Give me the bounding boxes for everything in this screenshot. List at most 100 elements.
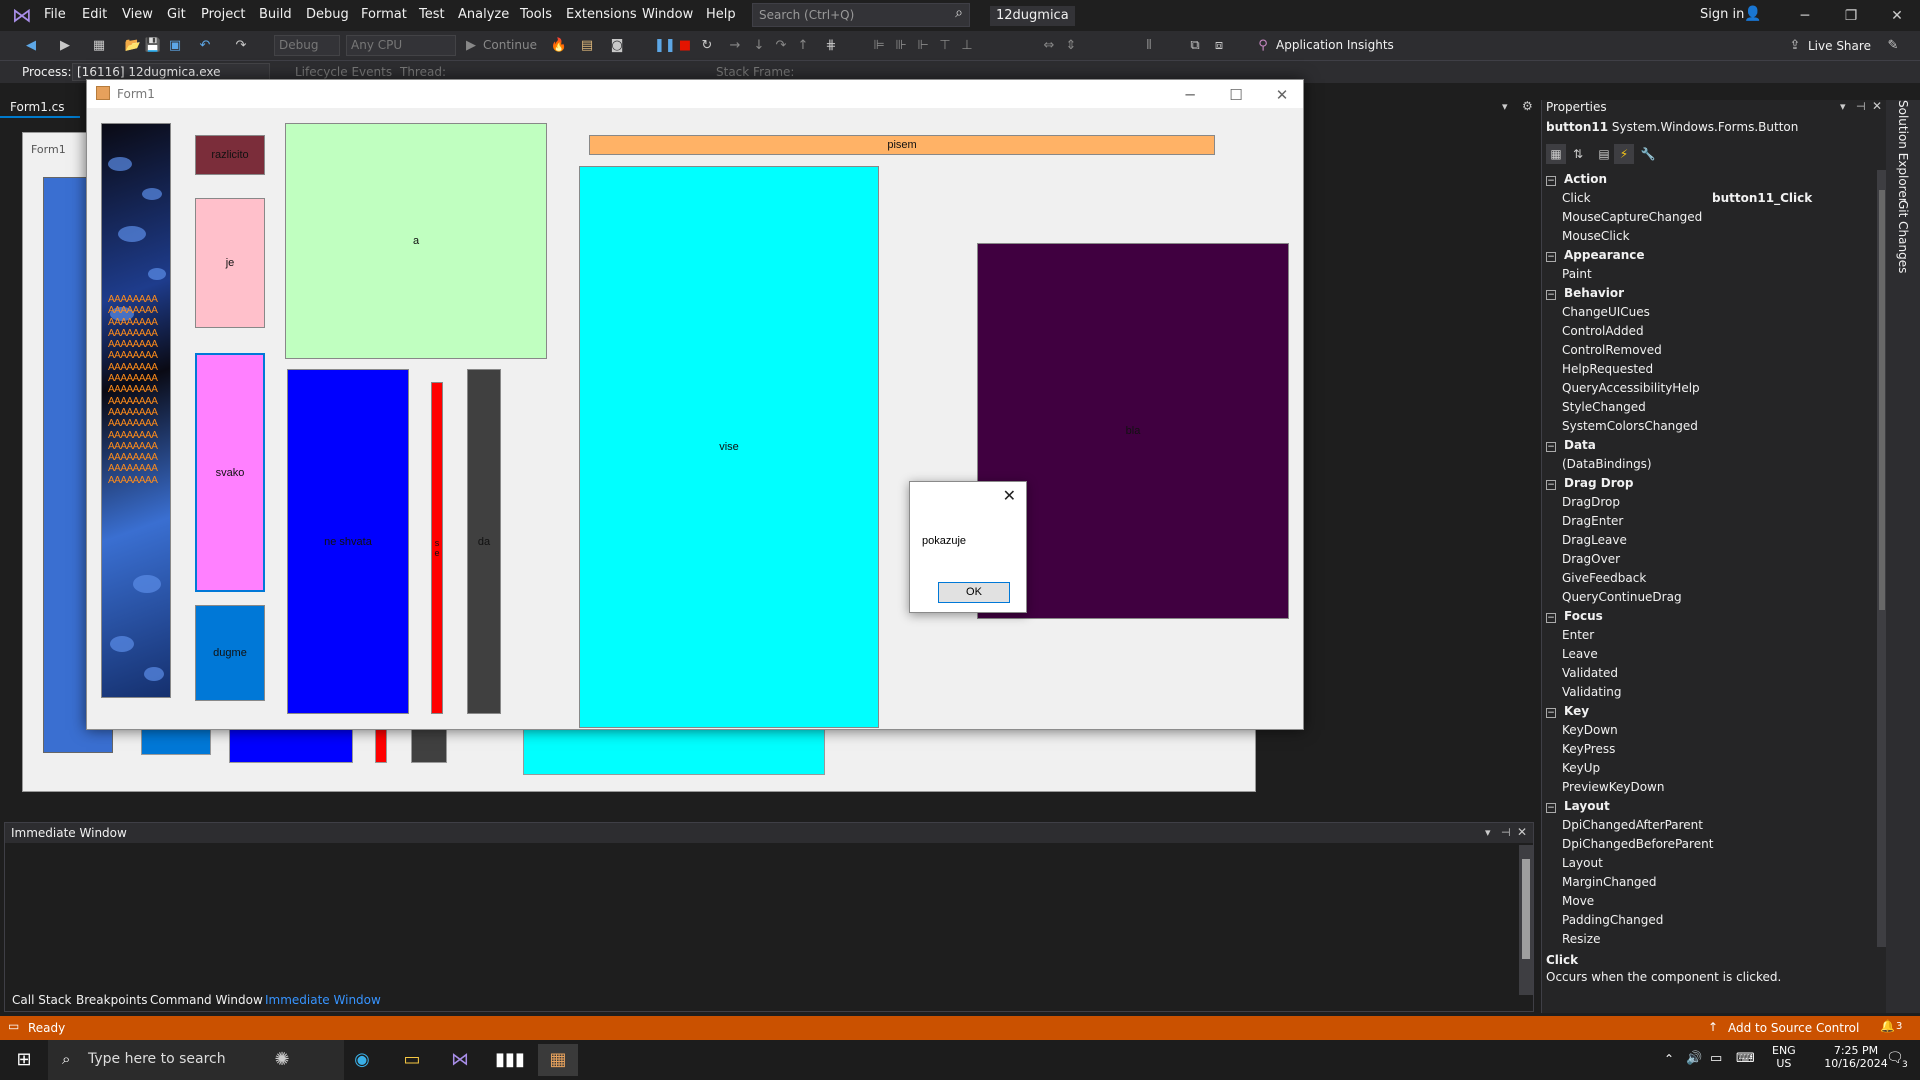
property-row[interactable]: ChangeUICues [1542,303,1872,322]
align-top-icon[interactable]: ⊤ [936,37,954,55]
button-ne-shvata[interactable]: ne shvata [287,369,409,714]
button-pisem[interactable]: pisem [589,135,1215,155]
property-row[interactable]: StyleChanged [1542,398,1872,417]
property-category[interactable]: − Drag Drop [1542,474,1872,493]
menu-debug[interactable]: Debug [306,7,349,22]
tab-overflow-icon[interactable]: ▾ [1502,100,1508,113]
property-category[interactable]: − Key [1542,702,1872,721]
designer-button-da[interactable] [411,725,447,763]
spacing-icon[interactable]: ⫴ [1140,37,1158,55]
property-row[interactable]: Validated [1542,664,1872,683]
save-all-icon[interactable]: ▣ [166,37,184,55]
form-minimize-icon[interactable]: ─ [1167,84,1213,106]
step-over-icon[interactable]: ↷ [772,37,790,55]
immediate-pin-icon[interactable]: ⊣ [1501,826,1511,839]
step-into-icon[interactable]: ↓ [750,37,768,55]
send-to-back-icon[interactable]: ⧈ [1210,37,1228,55]
close-icon[interactable]: ✕ [1874,5,1920,27]
lifecycle-events-button[interactable]: Lifecycle Events [295,65,392,79]
property-row[interactable]: MouseClick [1542,227,1872,246]
add-to-source-control-button[interactable]: Add to Source Control [1728,1021,1859,1035]
property-row[interactable]: Click button11_Click [1542,189,1872,208]
collapse-toggle-icon[interactable]: − [1546,613,1556,623]
property-row[interactable]: QueryContinueDrag [1542,588,1872,607]
collapse-toggle-icon[interactable]: − [1546,708,1556,718]
collapse-toggle-icon[interactable]: − [1546,290,1556,300]
align-right-icon[interactable]: ⊩ [914,37,932,55]
property-row[interactable]: DpiChangedAfterParent [1542,816,1872,835]
account-icon[interactable]: 👤 [1744,6,1761,22]
new-project-icon[interactable]: ▦ [90,37,108,55]
configuration-combo[interactable]: Debug [274,35,340,56]
immediate-close-icon[interactable]: ✕ [1517,825,1527,839]
pause-icon[interactable]: ❚❚ [654,37,676,55]
open-file-icon[interactable]: 📂 [124,37,142,55]
picture-box[interactable]: AAAAAAAA AAAAAAAA AAAAAAAA AAAAAAAA AAAAAAA… [101,123,171,698]
button-razlicito[interactable]: razlicito [195,135,265,175]
breakpoints-icon[interactable]: ⋕ [822,37,840,55]
property-row[interactable]: DragEnter [1542,512,1872,531]
property-row[interactable]: PaddingChanged [1542,911,1872,930]
ok-button[interactable]: OK [938,582,1010,603]
properties-icon[interactable]: ▤ [1594,144,1614,164]
restart-icon[interactable]: ↻ [698,37,716,55]
property-row[interactable]: SystemColorsChanged [1542,417,1872,436]
property-row[interactable]: PreviewKeyDown [1542,778,1872,797]
property-row[interactable]: Validating [1542,683,1872,702]
menu-test[interactable]: Test [419,7,445,22]
tray-chevron-icon[interactable]: ⌃ [1664,1052,1674,1066]
continue-button[interactable]: Continue [483,38,537,52]
network-icon[interactable]: ▭ [1710,1051,1722,1066]
property-row[interactable]: Move [1542,892,1872,911]
messagebox-close-icon[interactable]: ✕ [1003,486,1016,505]
search-input[interactable]: Search (Ctrl+Q) ⌕ [752,3,970,27]
property-category[interactable]: − Action [1542,170,1872,189]
tab-solution-explorer[interactable]: Solution Explorer [1896,100,1910,203]
clock[interactable]: 7:25 PM 10/16/2024 [1820,1044,1892,1070]
tab-command-window[interactable]: Command Window [150,993,263,1007]
align-center-icon[interactable]: ⊪ [892,37,910,55]
panel-close-icon[interactable]: ✕ [1872,99,1882,113]
form-maximize-icon[interactable]: ☐ [1213,84,1259,106]
visual-studio-taskbar-icon[interactable]: ⋈ [440,1044,480,1076]
undo-icon[interactable]: ↶ [196,37,214,55]
property-row[interactable]: (DataBindings) [1542,455,1872,474]
form1-taskbar-icon[interactable]: ▦ [538,1044,578,1076]
property-value[interactable]: button11_Click [1712,189,1812,208]
designer-red-bar[interactable] [375,725,387,763]
immediate-window[interactable]: Immediate Window ▾ ⊣ ✕ [4,822,1534,1012]
categorized-icon[interactable]: ▦ [1546,144,1566,164]
platform-combo[interactable]: Any CPU [346,35,456,56]
align-left-icon[interactable]: ⊫ [870,37,888,55]
tab-git-changes[interactable]: Git Changes [1896,200,1910,273]
audio-app-icon[interactable]: ▮▮▮ [490,1044,530,1076]
align-middle-icon[interactable]: ⊥ [958,37,976,55]
tab-breakpoints[interactable]: Breakpoints [76,993,147,1007]
property-row[interactable]: Leave [1542,645,1872,664]
button-vise[interactable]: vise [579,166,879,728]
volume-icon[interactable]: 🔊 [1686,1051,1702,1066]
property-category[interactable]: − Focus [1542,607,1872,626]
settings-gear-icon[interactable]: ⚙ [1522,99,1533,113]
property-row[interactable]: QueryAccessibilityHelp [1542,379,1872,398]
menu-format[interactable]: Format [361,7,407,22]
feedback-icon[interactable]: ✎ [1884,37,1902,55]
live-share-button[interactable]: Live Share [1808,39,1871,53]
tab-call-stack[interactable]: Call Stack [12,993,71,1007]
step-out-icon[interactable]: ↑ [794,37,812,55]
forward-icon[interactable]: ▶ [56,37,74,55]
object-selector[interactable]: button11 System.Windows.Forms.Button [1542,120,1887,140]
menu-help[interactable]: Help [706,7,736,22]
size-width-icon[interactable]: ⇔ [1040,37,1058,55]
language-indicator[interactable]: ENG US [1772,1044,1796,1070]
sign-in-link[interactable]: Sign in [1700,7,1744,22]
immediate-dropdown-icon[interactable]: ▾ [1485,826,1491,839]
property-row[interactable]: Enter [1542,626,1872,645]
property-row[interactable]: ControlAdded [1542,322,1872,341]
property-category[interactable]: − Appearance [1542,246,1872,265]
property-row[interactable]: MouseCaptureChanged [1542,208,1872,227]
button-da[interactable]: da [467,369,501,714]
collapse-toggle-icon[interactable]: − [1546,176,1556,186]
immediate-scroll-thumb[interactable] [1522,859,1530,959]
minimize-icon[interactable]: ─ [1782,5,1828,27]
